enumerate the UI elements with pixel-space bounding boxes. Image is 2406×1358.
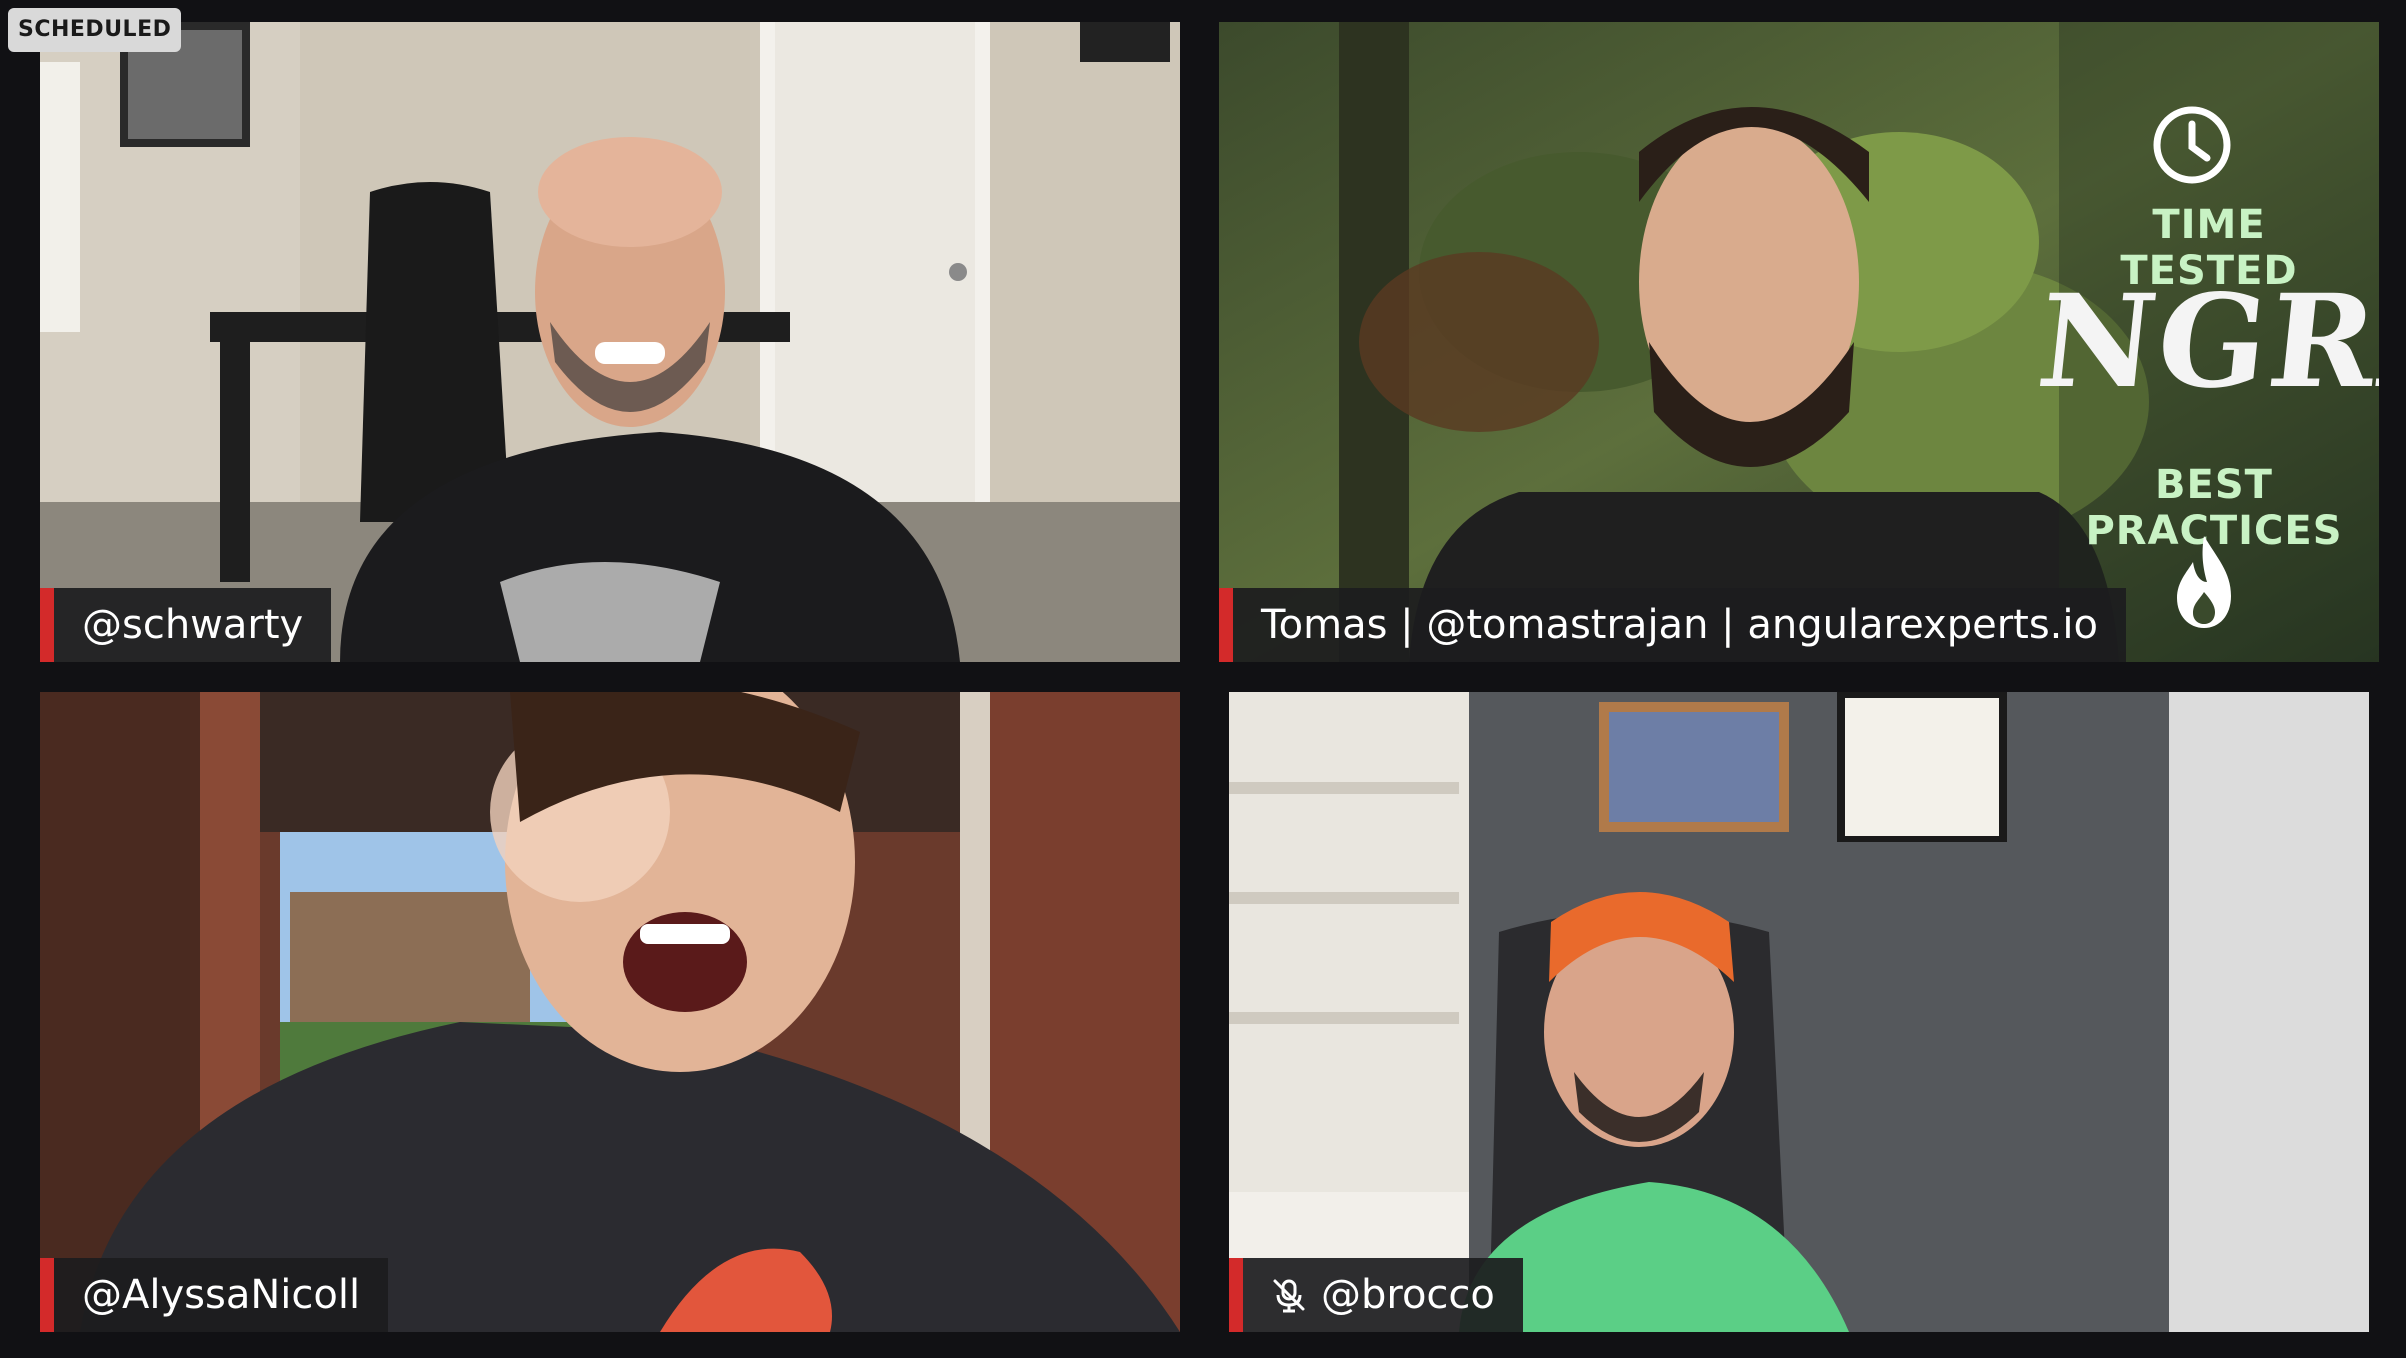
participant-tile-2[interactable]: TIME TESTED NGRX BEST PRACTICES Tomas | …: [1219, 22, 2379, 662]
participant-video: [1229, 692, 2369, 1332]
nameplate: Tomas | @tomastrajan | angularexperts.io: [1219, 588, 2126, 662]
participant-video: [40, 22, 1180, 662]
flame-icon: [2177, 536, 2231, 628]
video-call-grid: SCHEDULED @schwarty TIME TESTED NGRX BES…: [0, 0, 2406, 1358]
participant-name: @brocco: [1321, 1272, 1495, 1318]
nameplate: @brocco: [1229, 1258, 1523, 1332]
participant-tile-4[interactable]: @brocco: [1229, 692, 2369, 1332]
status-badge: SCHEDULED: [8, 8, 182, 52]
ngrx-overlay: TIME TESTED NGRX BEST PRACTICES: [2031, 22, 2379, 662]
nameplate-accent: [40, 1258, 54, 1332]
participant-tile-1[interactable]: @schwarty: [40, 22, 1180, 662]
participant-name: Tomas | @tomastrajan | angularexperts.io: [1261, 602, 2098, 648]
nameplate: @AlyssaNicoll: [40, 1258, 389, 1332]
participant-name: @AlyssaNicoll: [82, 1272, 361, 1318]
nameplate: @schwarty: [40, 588, 332, 662]
clock-icon: [2153, 106, 2231, 184]
nameplate-accent: [1229, 1258, 1243, 1332]
mic-off-icon[interactable]: [1267, 1273, 1311, 1317]
nameplate-accent: [40, 588, 54, 662]
nameplate-accent: [1219, 588, 1233, 662]
participant-tile-3[interactable]: @AlyssaNicoll: [40, 692, 1180, 1332]
participant-name: @schwarty: [82, 602, 304, 648]
participant-video: [40, 692, 1180, 1332]
overlay-line-2: NGRX: [2031, 267, 2379, 417]
